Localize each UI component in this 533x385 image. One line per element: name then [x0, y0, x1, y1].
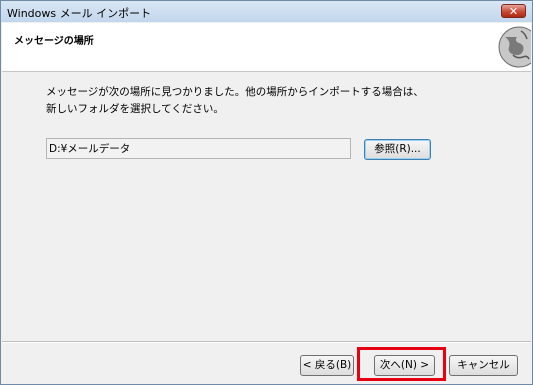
footer-divider	[2, 341, 531, 343]
page-title: メッセージの場所	[14, 36, 94, 47]
import-dialog: Windows メール インポート ✕ メッセージの場所 メッセージが次の場所に…	[0, 0, 533, 385]
browse-button[interactable]: 参照(R)...	[364, 139, 431, 160]
close-button[interactable]: ✕	[501, 4, 526, 18]
window-title: Windows メール インポート	[7, 7, 152, 20]
next-button-highlight	[357, 347, 446, 381]
close-icon: ✕	[508, 5, 519, 18]
cancel-button[interactable]: キャンセル	[449, 355, 518, 376]
title-bar: Windows メール インポート ✕	[1, 1, 532, 22]
folder-path-field[interactable]: D:¥メールデータ	[46, 138, 351, 159]
globe-icon	[491, 23, 531, 68]
description-text: メッセージが次の場所に見つかりました。他の場所からインポートする場合は、新しいフ…	[46, 86, 424, 115]
wizard-header: メッセージの場所	[2, 23, 531, 72]
back-button[interactable]: < 戻る(B)	[300, 355, 354, 376]
